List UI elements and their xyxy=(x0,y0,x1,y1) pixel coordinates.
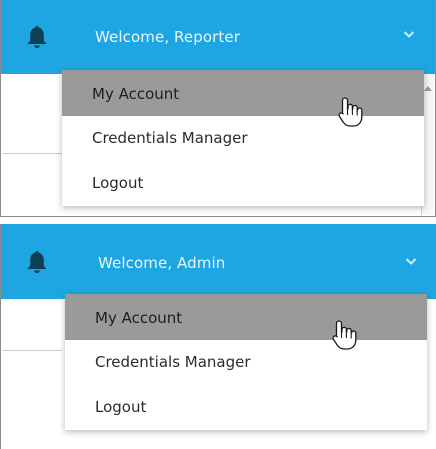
user-menu-screenshot-reporter: Welcome, Reporter My Account Credentials… xyxy=(0,0,436,217)
panel-frame xyxy=(0,224,436,449)
user-menu-screenshot-admin: Welcome, Admin My Account Credentials Ma… xyxy=(0,224,436,449)
panel-frame xyxy=(0,0,436,217)
